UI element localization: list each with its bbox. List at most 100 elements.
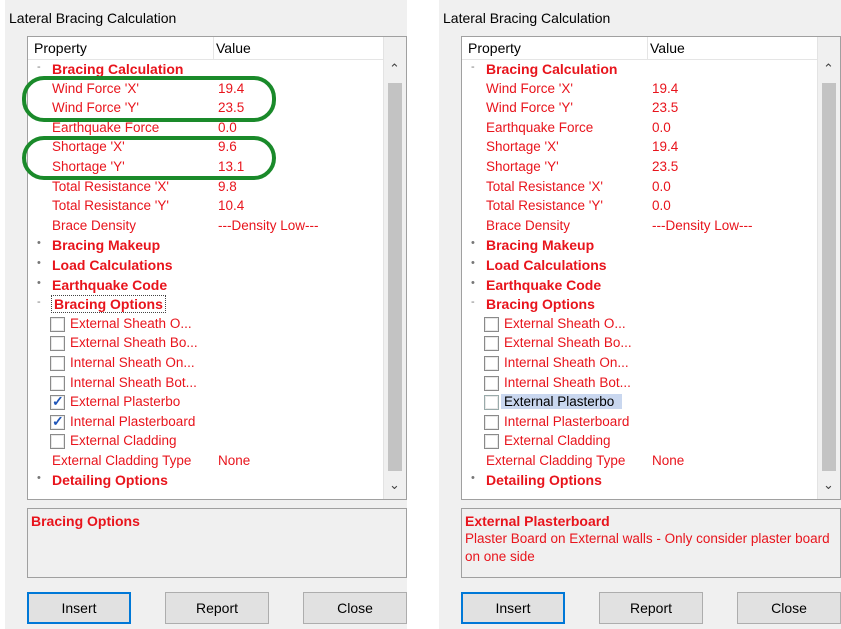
checkbox-unchecked[interactable] [50, 355, 65, 371]
category-load-calculations[interactable]: • Load Calculations [462, 256, 818, 276]
property-value[interactable]: None [218, 453, 250, 468]
checkbox-unchecked[interactable] [50, 375, 65, 391]
category-bracing-options[interactable]: - Bracing Options [462, 295, 818, 315]
property-column-header[interactable]: Property [468, 40, 521, 56]
checkbox-unchecked[interactable] [484, 395, 499, 411]
checkbox-row-internal-sheath-on[interactable]: Internal Sheath On... [462, 354, 818, 374]
checkbox-row-external-plasterbo[interactable]: External Plasterbo [28, 393, 384, 413]
property-row-total-resistance-x[interactable]: Total Resistance 'X' 9.8 [28, 178, 384, 198]
category-earthquake-code[interactable]: • Earthquake Code [462, 276, 818, 296]
category-bracing-makeup[interactable]: • Bracing Makeup [462, 236, 818, 256]
property-value[interactable]: ---Density Low--- [652, 218, 753, 233]
expander-dot-icon[interactable]: • [471, 277, 475, 289]
expander-dot-icon[interactable]: - [471, 61, 475, 73]
checkbox-row-external-cladding[interactable]: External Cladding [462, 432, 818, 452]
property-value[interactable]: 0.0 [218, 120, 237, 135]
category-earthquake-code[interactable]: • Earthquake Code [28, 276, 384, 296]
property-value[interactable]: 0.0 [652, 198, 671, 213]
property-row-wind-force-x[interactable]: Wind Force 'X' 19.4 [462, 80, 818, 100]
vertical-scrollbar[interactable]: ⌃ ⌄ [383, 37, 406, 499]
checkbox-checked[interactable] [50, 393, 65, 411]
property-row-external-cladding-type[interactable]: External Cladding Type None [28, 452, 384, 472]
checkbox-unchecked[interactable] [50, 336, 65, 352]
value-column-header[interactable]: Value [650, 40, 685, 56]
property-value[interactable]: 23.5 [652, 100, 678, 115]
expander-dot-icon[interactable]: • [37, 472, 41, 484]
property-row-total-resistance-x[interactable]: Total Resistance 'X' 0.0 [462, 178, 818, 198]
expander-dot-icon[interactable]: • [37, 277, 41, 289]
checkbox-unchecked[interactable] [484, 355, 499, 371]
checkbox-row-external-sheath-o[interactable]: External Sheath O... [462, 315, 818, 335]
checkbox-row-external-sheath-o[interactable]: External Sheath O... [28, 315, 384, 335]
vertical-scrollbar[interactable]: ⌃ ⌄ [817, 37, 840, 499]
checkbox-unchecked[interactable] [484, 375, 499, 391]
chevron-down-icon[interactable]: ⌄ [389, 477, 400, 493]
property-value[interactable]: 0.0 [652, 179, 671, 194]
property-row-total-resistance-y[interactable]: Total Resistance 'Y' 10.4 [28, 197, 384, 217]
checkbox-checked[interactable] [50, 413, 65, 430]
property-value[interactable]: 19.4 [652, 139, 678, 154]
category-bracing-makeup[interactable]: • Bracing Makeup [28, 236, 384, 256]
checkbox-unchecked[interactable] [50, 316, 65, 332]
category-detailing-options[interactable]: • Detailing Options [28, 471, 384, 491]
insert-button[interactable]: Insert [461, 592, 565, 624]
expander-dot-icon[interactable]: - [37, 296, 41, 308]
property-value[interactable]: ---Density Low--- [218, 218, 319, 233]
checkbox-row-external-sheath-bo[interactable]: External Sheath Bo... [462, 334, 818, 354]
chevron-up-icon[interactable]: ⌃ [389, 61, 400, 77]
expander-dot-icon[interactable]: - [37, 61, 41, 73]
property-value[interactable]: 9.8 [218, 179, 237, 194]
category-load-calculations[interactable]: • Load Calculations [28, 256, 384, 276]
chevron-up-icon[interactable]: ⌃ [823, 61, 834, 77]
property-row-wind-force-y[interactable]: Wind Force 'Y' 23.5 [462, 99, 818, 119]
checkbox-row-external-sheath-bo[interactable]: External Sheath Bo... [28, 334, 384, 354]
property-row-external-cladding-type[interactable]: External Cladding Type None [462, 452, 818, 472]
column-divider[interactable] [647, 37, 648, 59]
category-bracing-calculation[interactable]: - Bracing Calculation [462, 60, 818, 80]
property-row-brace-density[interactable]: Brace Density ---Density Low--- [462, 217, 818, 237]
checkbox-unchecked[interactable] [50, 434, 65, 450]
insert-button[interactable]: Insert [27, 592, 131, 624]
category-detailing-options[interactable]: • Detailing Options [462, 471, 818, 491]
property-row-brace-density[interactable]: Brace Density ---Density Low--- [28, 217, 384, 237]
expander-dot-icon[interactable]: • [471, 472, 475, 484]
value-column-header[interactable]: Value [216, 40, 251, 56]
property-value[interactable]: 23.5 [652, 159, 678, 174]
property-value[interactable]: 10.4 [218, 198, 244, 213]
checkbox-row-external-cladding[interactable]: External Cladding [28, 432, 384, 452]
expander-dot-icon[interactable]: • [471, 257, 475, 269]
report-button[interactable]: Report [165, 592, 269, 624]
checkbox-row-internal-sheath-bot[interactable]: Internal Sheath Bot... [28, 374, 384, 394]
checkbox-unchecked[interactable] [484, 414, 499, 430]
report-button[interactable]: Report [599, 592, 703, 624]
chevron-down-icon[interactable]: ⌄ [823, 477, 834, 493]
checkbox-unchecked[interactable] [484, 336, 499, 352]
expander-dot-icon[interactable]: • [37, 257, 41, 269]
checkbox-unchecked[interactable] [484, 434, 499, 450]
close-button[interactable]: Close [303, 592, 407, 624]
close-button[interactable]: Close [737, 592, 841, 624]
property-row-total-resistance-y[interactable]: Total Resistance 'Y' 0.0 [462, 197, 818, 217]
checkbox-row-internal-plasterboard[interactable]: Internal Plasterboard [28, 413, 384, 433]
property-value[interactable]: None [652, 453, 684, 468]
property-value[interactable]: 19.4 [652, 81, 678, 96]
property-row-shortage-x[interactable]: Shortage 'X' 19.4 [462, 138, 818, 158]
property-row-earthquake-force[interactable]: Earthquake Force 0.0 [462, 119, 818, 139]
property-label: Earthquake Code [52, 276, 168, 293]
checkbox-row-external-plasterbo[interactable]: External Plasterbo [462, 393, 818, 413]
checkbox-unchecked[interactable] [484, 316, 499, 332]
checkbox-row-internal-sheath-on[interactable]: Internal Sheath On... [28, 354, 384, 374]
property-column-header[interactable]: Property [34, 40, 87, 56]
scrollbar-thumb[interactable] [388, 83, 402, 471]
property-value[interactable]: 0.0 [652, 120, 671, 135]
column-divider[interactable] [213, 37, 214, 59]
property-row-shortage-y[interactable]: Shortage 'Y' 23.5 [462, 158, 818, 178]
property-grid[interactable]: Property Value - Bracing Calculation Wind … [461, 36, 841, 500]
scrollbar-thumb[interactable] [822, 83, 836, 471]
expander-dot-icon[interactable]: • [471, 237, 475, 249]
category-bracing-options[interactable]: - Bracing Options [28, 295, 384, 315]
checkbox-row-internal-plasterboard[interactable]: Internal Plasterboard [462, 413, 818, 433]
expander-dot-icon[interactable]: - [471, 296, 475, 308]
expander-dot-icon[interactable]: • [37, 237, 41, 249]
checkbox-row-internal-sheath-bot[interactable]: Internal Sheath Bot... [462, 374, 818, 394]
